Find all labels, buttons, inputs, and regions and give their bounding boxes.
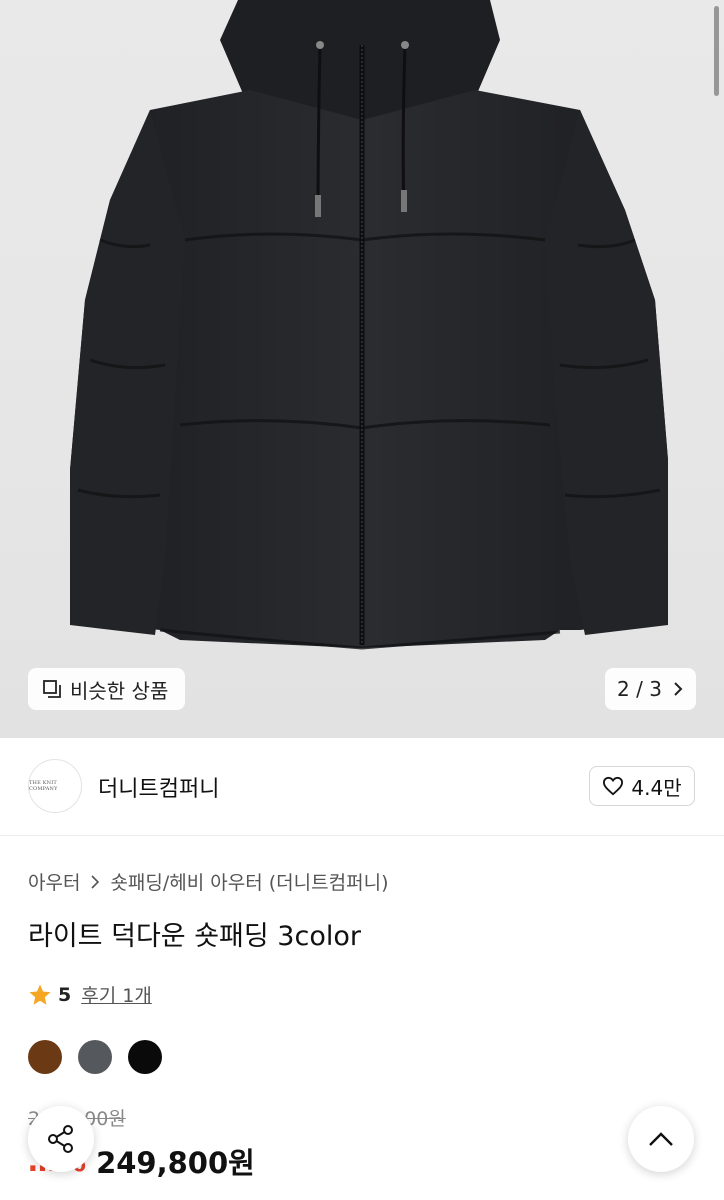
product-image: [70, 0, 668, 650]
heart-icon: [603, 776, 624, 796]
color-swatch-brown[interactable]: [28, 1040, 62, 1074]
chevron-right-icon: [91, 874, 100, 889]
breadcrumb-item-category[interactable]: 숏패딩/헤비 아우터 (더니트컴퍼니): [110, 868, 388, 895]
page-scrollbar[interactable]: [714, 6, 719, 96]
like-count: 4.4만: [631, 775, 682, 800]
similar-products-button[interactable]: 비슷한 상품: [28, 668, 185, 710]
brand-name-link[interactable]: 더니트컴퍼니: [98, 771, 219, 803]
review-count-link[interactable]: 후기 1개: [81, 981, 152, 1008]
scroll-to-top-button[interactable]: [628, 1106, 694, 1172]
page-indicator: 2 / 3: [617, 677, 662, 701]
share-icon: [48, 1125, 73, 1153]
breadcrumb: 아우터 숏패딩/헤비 아우터 (더니트컴퍼니): [28, 868, 388, 895]
brand-logo[interactable]: THE KNIT COMPANY: [28, 759, 82, 813]
star-icon: [29, 984, 51, 1005]
product-title: 라이트 덕다운 숏패딩 3color: [28, 921, 361, 952]
share-button[interactable]: [28, 1106, 94, 1172]
rating-score: 5: [58, 983, 72, 1006]
color-swatch-gray[interactable]: [78, 1040, 112, 1074]
rating-summary: 5 후기 1개: [28, 981, 152, 1008]
chevron-up-icon: [649, 1132, 673, 1146]
similar-products-label: 비슷한 상품: [70, 678, 169, 703]
sale-price: 249,800원: [96, 1146, 255, 1180]
like-button[interactable]: 4.4만: [589, 766, 695, 806]
color-swatches: [28, 1040, 178, 1074]
similar-products-icon: [43, 680, 61, 698]
color-swatch-black[interactable]: [128, 1040, 162, 1074]
brand-row: THE KNIT COMPANY 더니트컴퍼니 4.4만: [0, 738, 724, 836]
brand-logo-text: THE KNIT COMPANY: [29, 780, 58, 792]
chevron-right-icon: [674, 682, 683, 696]
image-pager-button[interactable]: 2 / 3: [605, 668, 696, 710]
product-image-gallery[interactable]: 비슷한 상품 2 / 3: [0, 0, 724, 738]
breadcrumb-item-outer[interactable]: 아우터: [28, 868, 80, 895]
